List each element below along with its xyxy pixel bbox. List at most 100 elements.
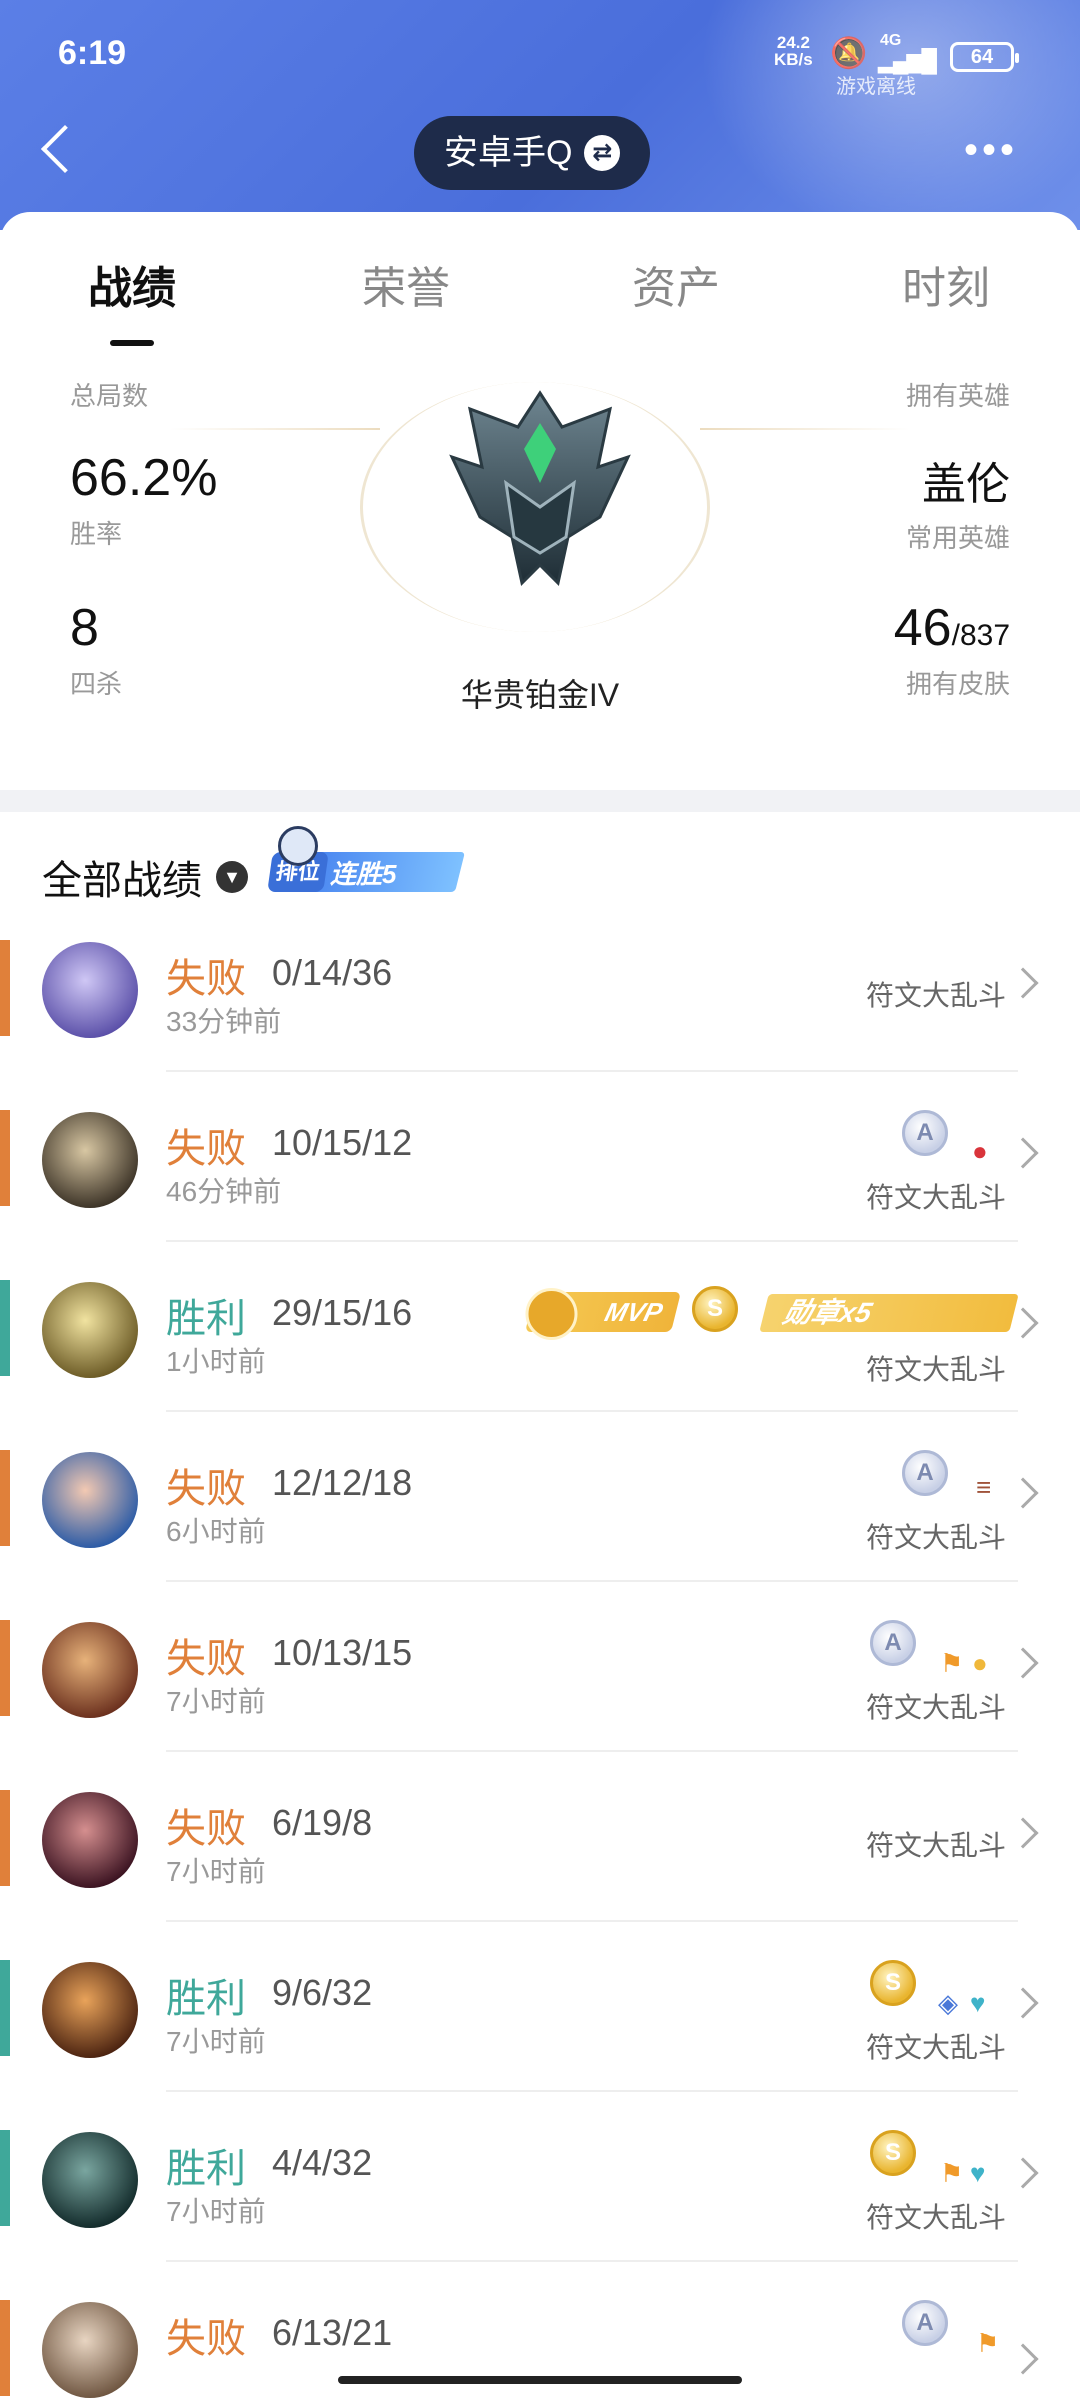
chevron-right-icon — [1007, 1477, 1039, 1509]
skins-label: 拥有皮肤 — [905, 669, 1010, 699]
match-result: 胜利 — [166, 2147, 246, 2191]
match-kda: 4/4/32 — [272, 2142, 373, 2183]
match-kda: 6/13/21 — [272, 2312, 393, 2353]
match-row[interactable]: 失败 12/12/18 6小时前 A ≡ 符文大乱斗 — [0, 1412, 1080, 1582]
match-mode: 符文大乱斗 — [865, 2202, 1006, 2233]
mvp-label: MVP — [601, 1297, 666, 1327]
rating-a-badge-icon: A — [902, 1450, 948, 1496]
mute-bell-icon: 🔕 — [830, 37, 868, 70]
medal-label: 勋章x5 — [780, 1297, 876, 1328]
hero-avatar — [42, 2132, 138, 2228]
hero-avatar — [42, 942, 138, 1038]
match-mode: 符文大乱斗 — [865, 1830, 1006, 1861]
match-result: 失败 — [166, 1807, 246, 1851]
first-blood-icon: ● — [972, 1136, 988, 1166]
total-games-label: 总局数 — [70, 381, 149, 411]
skins-stat: 46/837 拥有皮肤 — [894, 598, 1010, 701]
chevron-right-icon — [1007, 1137, 1039, 1169]
skins-value: 46/837 — [894, 598, 1010, 658]
match-row[interactable]: 胜利 9/6/32 7小时前 S ◈ ♥ 符文大乱斗 — [0, 1922, 1080, 2092]
tab-moments[interactable]: 时刻 — [902, 252, 990, 316]
net-speed-unit: KB/s — [774, 50, 813, 69]
tab-records[interactable]: 战绩 — [88, 252, 176, 346]
result-indicator — [0, 1450, 10, 1546]
skins-owned: 46 — [893, 599, 952, 657]
result-indicator — [0, 1280, 10, 1376]
rating-a-badge-icon: A — [902, 1110, 948, 1156]
back-icon[interactable] — [36, 120, 76, 180]
match-row[interactable]: 失败 10/15/12 46分钟前 A ● 符文大乱斗 — [0, 1072, 1080, 1242]
win-rate-label: 胜率 — [70, 519, 123, 549]
match-row[interactable]: 失败 6/19/8 7小时前 符文大乱斗 — [0, 1752, 1080, 1922]
status-bar: 6:19 24.2 KB/s 🔕 4G ▂▄▆█ 64 游戏离线 — [0, 30, 1080, 98]
more-icon[interactable]: ••• — [964, 130, 1018, 170]
match-row[interactable]: 失败 10/13/15 7小时前 A ⚑ ● 符文大乱斗 — [0, 1582, 1080, 1752]
match-time: 1小时前 — [166, 1346, 266, 1377]
battery-icon: 64 — [950, 42, 1019, 72]
main-hero-stat: 盖伦 常用英雄 — [906, 448, 1010, 555]
hero-avatar — [42, 1282, 138, 1378]
all-records-filter[interactable]: 全部战绩 ▼ — [42, 848, 248, 906]
net-speed-value: 24.2 — [776, 33, 810, 52]
heart-icon: ♥ — [970, 2158, 986, 2188]
chevron-right-icon — [1007, 967, 1039, 999]
decor-line-right — [700, 428, 910, 430]
flag-icon: ⚑ — [940, 1648, 964, 1678]
match-row[interactable]: 胜利 29/15/16 1小时前 MVP S 勋章x5 符文大乱斗 — [0, 1242, 1080, 1412]
main-hero-label: 常用英雄 — [905, 523, 1010, 553]
rating-s-badge-icon: S — [870, 2130, 916, 2176]
win-streak-badge: 连胜5 排位 — [267, 826, 465, 896]
match-time: 33分钟前 — [166, 1006, 282, 1037]
match-mode: 符文大乱斗 — [865, 1522, 1006, 1553]
match-kda: 29/15/16 — [272, 1292, 413, 1333]
swap-icon: ⇄ — [584, 135, 621, 171]
win-rate-stat: 66.2% 胜率 — [70, 448, 217, 551]
rating-a-badge-icon: A — [902, 2300, 948, 2346]
match-kda: 10/13/15 — [272, 1632, 413, 1673]
tab-honor[interactable]: 荣誉 — [362, 252, 450, 316]
hero-avatar — [42, 1792, 138, 1888]
chevron-right-icon — [1007, 1987, 1039, 2019]
result-indicator — [0, 1790, 10, 1886]
chevron-right-icon — [1007, 1817, 1039, 1849]
match-time: 7小时前 — [166, 1856, 266, 1887]
penguin-icon — [278, 826, 318, 866]
rating-s-badge-icon: S — [692, 1286, 738, 1332]
signal-bars-icon: ▂▄▆█ — [878, 48, 937, 73]
match-result: 胜利 — [166, 1297, 246, 1341]
match-time: 7小时前 — [166, 1686, 266, 1717]
match-row[interactable]: 胜利 4/4/32 7小时前 S ⚑ ♥ 符文大乱斗 — [0, 2092, 1080, 2262]
chevron-right-icon — [1007, 2343, 1039, 2375]
quadra-kill-stat: 8 四杀 — [70, 598, 122, 701]
decor-line-left — [170, 428, 380, 430]
owned-heroes-stat: 拥有英雄 — [906, 370, 1010, 413]
match-kda: 10/15/12 — [272, 1122, 413, 1163]
match-time: 7小时前 — [166, 2026, 266, 2057]
match-mode: 符文大乱斗 — [865, 1182, 1006, 1213]
match-kda: 12/12/18 — [272, 1462, 413, 1503]
home-indicator[interactable] — [338, 2376, 742, 2384]
match-mode: 符文大乱斗 — [865, 2032, 1006, 2063]
match-result: 失败 — [166, 1467, 246, 1511]
win-rate-value: 66.2% — [70, 449, 218, 507]
tab-assets[interactable]: 资产 — [632, 252, 720, 316]
tab-bar: 战绩 荣誉 资产 时刻 — [0, 212, 1080, 352]
flag-icon: ⚑ — [940, 2158, 964, 2188]
offline-label: 游戏离线 — [836, 76, 916, 98]
mvp-badge: MVP — [525, 1292, 681, 1332]
match-mode: 符文大乱斗 — [865, 1692, 1006, 1723]
account-switcher[interactable]: 安卓手Q ⇄ — [414, 116, 651, 190]
result-indicator — [0, 2130, 10, 2226]
battery-level: 64 — [970, 46, 994, 68]
hero-avatar — [42, 2302, 138, 2398]
match-time: 46分钟前 — [166, 1176, 282, 1207]
rating-a-badge-icon: A — [870, 1620, 916, 1666]
section-divider — [0, 790, 1080, 812]
chevron-down-icon: ▼ — [216, 861, 248, 893]
account-name: 安卓手Q — [444, 134, 573, 172]
coins-icon: ● — [972, 1648, 988, 1678]
match-mode: 符文大乱斗 — [865, 980, 1006, 1011]
match-kda: 6/19/8 — [272, 1802, 373, 1843]
match-result: 失败 — [166, 1127, 246, 1171]
match-row[interactable]: 失败 0/14/36 33分钟前 符文大乱斗 — [0, 902, 1080, 1072]
